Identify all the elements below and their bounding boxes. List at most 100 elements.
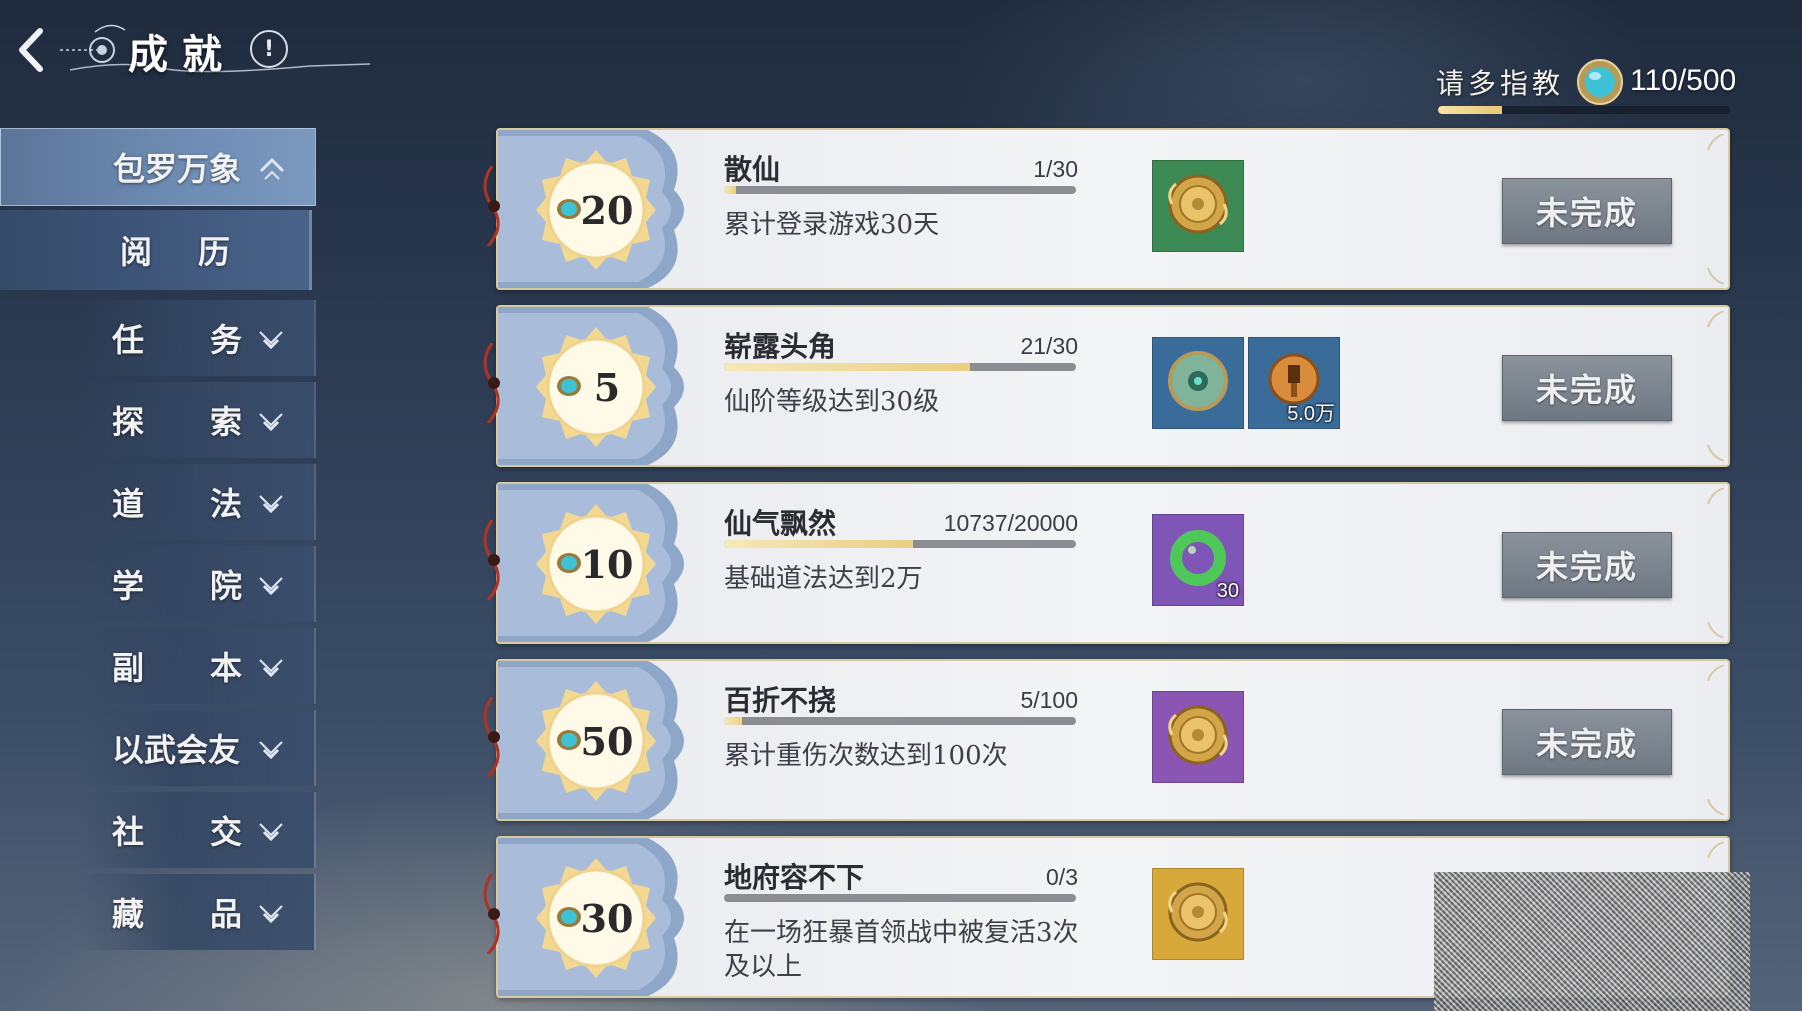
- achievement-description: 在一场狂暴首领战中被复活3次及以上: [724, 918, 1079, 982]
- sidebar-item-collection[interactable]: 藏品: [80, 874, 316, 950]
- corner-ornament-icon: [1707, 798, 1724, 815]
- achievement-progress-bar: [724, 363, 1076, 371]
- sidebar-item-social[interactable]: 社交: [80, 792, 316, 868]
- status-button[interactable]: 未完成: [1502, 532, 1672, 598]
- reward-count: 5.0万: [1287, 403, 1335, 425]
- achievement-name: 仙气飘然: [724, 507, 837, 540]
- achievement-description: 仙阶等级达到30级: [724, 387, 940, 417]
- sidebar-item-dao[interactable]: 道法: [80, 464, 316, 540]
- achievement-progress-bar: [724, 186, 1076, 194]
- achievement-description: 累计登录游戏30天: [724, 210, 940, 240]
- label-char: 务: [209, 321, 242, 359]
- points-progress-bar: [1438, 106, 1730, 114]
- reward-item[interactable]: [1152, 160, 1244, 252]
- label-char: 历: [197, 233, 230, 271]
- achievement-points-value: 50: [580, 719, 634, 764]
- reward-item[interactable]: [1152, 337, 1244, 429]
- ribbon-knot-icon: [483, 166, 500, 246]
- achievement-name: 地府容不下: [724, 861, 865, 894]
- achievement-progress-bar: [724, 717, 1076, 725]
- chevron-down-icon: [259, 905, 283, 924]
- label-char: 藏: [112, 895, 145, 933]
- label-char: 阅: [120, 233, 153, 271]
- rank-label: 请多指教: [1436, 67, 1565, 100]
- chevron-down-icon: [259, 413, 283, 432]
- achievement-progress-text: 10737/20000: [943, 510, 1078, 536]
- page-title: 成就: [128, 31, 236, 78]
- sidebar-item-academy[interactable]: 学院: [80, 546, 316, 622]
- achievement-progress-fill: [724, 363, 971, 371]
- status-button[interactable]: 未完成: [1502, 178, 1672, 244]
- achievement-progress-text: 5/100: [1020, 687, 1078, 713]
- achievement-description: 累计重伤次数达到100次: [724, 741, 1008, 771]
- achievement-points-value: 20: [580, 188, 634, 233]
- reward-item[interactable]: 5.0万: [1248, 337, 1340, 429]
- label-char: 院: [209, 567, 242, 605]
- reward-item[interactable]: [1152, 868, 1244, 960]
- sidebar-item-pvp[interactable]: 以武会友: [80, 710, 316, 786]
- achievement-card: 10 仙气飘然 10737/20000 基础道法达到2万 30 未完成: [483, 482, 1730, 644]
- corner-ornament-icon: [1707, 621, 1724, 638]
- achievement-card: 20 散仙 1/30 累计登录游戏30天 未完成: [483, 128, 1730, 290]
- back-arrow-icon: [19, 28, 43, 72]
- back-button[interactable]: [8, 22, 54, 78]
- gold-medallion-icon: [1162, 168, 1234, 244]
- chevron-down-icon: [259, 495, 283, 514]
- sidebar-item-label: 包罗万象: [113, 150, 242, 188]
- achievement-progress-fill: [724, 717, 742, 725]
- info-button[interactable]: !: [250, 30, 288, 68]
- achievement-card: 5 崭露头角 21/30 仙阶等级达到30级 5.0万 未完成: [483, 305, 1730, 467]
- label-char: 社: [112, 813, 145, 851]
- achievement-name: 百折不挠: [724, 684, 837, 717]
- sidebar-item-label: 任务: [112, 315, 242, 361]
- status-button[interactable]: 未完成: [1502, 355, 1672, 421]
- corner-ornament-icon: [1707, 444, 1724, 461]
- points-progress-fill: [1438, 106, 1503, 114]
- corner-ornament-icon: [1707, 665, 1724, 682]
- sidebar-item-label: 副本: [112, 643, 242, 689]
- corner-ornament-icon: [1707, 311, 1724, 328]
- sidebar-item-all[interactable]: 包罗万象: [0, 128, 316, 206]
- achievement-progress-fill: [724, 540, 914, 548]
- achievement-progress-text: 1/30: [1033, 156, 1078, 182]
- ribbon-knot-icon: [483, 697, 500, 777]
- label-char: 本: [209, 649, 242, 687]
- sidebar-subitem-experience[interactable]: 阅历: [0, 210, 312, 290]
- sidebar-item-task[interactable]: 任务: [80, 300, 316, 376]
- ribbon-knot-icon: [483, 343, 500, 423]
- sidebar-item-label: 学院: [112, 561, 242, 607]
- chevron-down-icon: [259, 331, 283, 350]
- achievement-description: 基础道法达到2万: [724, 564, 923, 594]
- chevron-down-icon: [259, 741, 283, 760]
- achievement-progress-fill: [724, 186, 736, 194]
- gold-medallion-icon: [1162, 876, 1234, 952]
- label-char: 品: [209, 895, 242, 933]
- reward-item[interactable]: [1152, 691, 1244, 783]
- label-char: 探: [112, 403, 145, 441]
- chevron-down-icon: [259, 823, 283, 842]
- label-char: 副: [112, 649, 145, 687]
- status-button[interactable]: 未完成: [1502, 709, 1672, 775]
- achievement-progress-text: 21/30: [1020, 333, 1078, 359]
- gem-icon: [1577, 59, 1623, 105]
- sidebar-item-dungeon[interactable]: 副本: [80, 628, 316, 704]
- sidebar-item-label: 以武会友: [112, 731, 241, 769]
- achievement-name: 散仙: [724, 153, 781, 186]
- sidebar-item-label: 藏品: [112, 889, 242, 935]
- achievement-points-value: 30: [580, 896, 634, 941]
- reward-count: 30: [1216, 580, 1239, 602]
- sidebar-item-explore[interactable]: 探索: [80, 382, 316, 458]
- chevron-down-icon: [259, 659, 283, 678]
- achievement-progress-bar: [724, 540, 1076, 548]
- sidebar-item-label: 社交: [112, 807, 242, 853]
- reward-item[interactable]: 30: [1152, 514, 1244, 606]
- achievement-name: 崭露头角: [724, 330, 837, 363]
- achievement-card: 50 百折不挠 5/100 累计重伤次数达到100次 未完成: [483, 659, 1730, 821]
- achievement-points-value: 10: [580, 542, 634, 587]
- achievement-progress-bar: [724, 894, 1076, 902]
- label-char: 道: [112, 485, 145, 523]
- achievement-progress-text: 0/3: [1046, 864, 1078, 890]
- label-char: 任: [112, 321, 145, 359]
- achievement-points-value: 5: [593, 365, 621, 410]
- achievement-points: 110/500: [1630, 64, 1737, 97]
